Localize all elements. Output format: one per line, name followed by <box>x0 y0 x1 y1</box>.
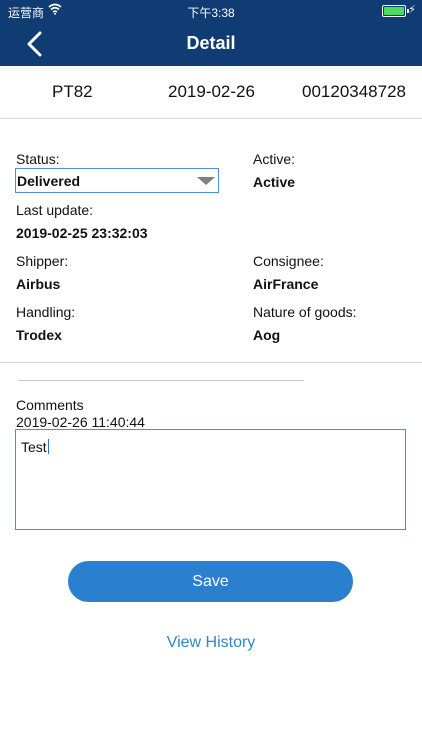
section-divider <box>0 362 422 363</box>
handling-label: Handling: <box>16 304 76 320</box>
last-update-value: 2019-02-25 23:32:03 <box>16 225 148 241</box>
dropdown-arrow-icon <box>197 177 215 185</box>
comment-timestamp: 2019-02-26 11:40:44 <box>16 414 145 430</box>
view-history-link[interactable]: View History <box>0 634 422 652</box>
consignee-value: AirFrance <box>253 276 319 292</box>
comment-text: Test <box>21 439 47 455</box>
save-button[interactable]: Save <box>68 561 353 602</box>
active-label: Active: <box>253 151 296 167</box>
active-value: Active <box>253 174 296 190</box>
status-label: Status: <box>16 151 60 167</box>
last-update-label: Last update: <box>16 202 94 218</box>
comments-label: Comments <box>16 397 84 413</box>
battery-icon <box>382 5 409 17</box>
status-bar: 运营商 下午3:38 ⚡ <box>0 0 422 22</box>
shipper-value: Airbus <box>16 276 61 292</box>
handling-value: Trodex <box>16 327 62 343</box>
status-select[interactable]: Delivered <box>15 168 219 193</box>
status-value: Delivered <box>17 173 81 189</box>
nature-of-goods-value: Aog <box>253 327 281 343</box>
nature-of-goods-label: Nature of goods: <box>253 304 357 320</box>
summary-row: PT82 2019-02-26 00120348728 <box>0 66 422 119</box>
clock: 下午3:38 <box>187 6 235 20</box>
shipment-code: PT82 <box>52 82 93 101</box>
text-cursor <box>47 439 49 454</box>
charging-icon: ⚡ <box>408 4 416 16</box>
comment-separator <box>18 380 304 381</box>
nav-bar: Detail <box>0 22 422 66</box>
page-title: Detail <box>186 33 236 53</box>
shipment-date: 2019-02-26 <box>168 82 255 101</box>
comment-input[interactable]: Test <box>15 429 406 530</box>
shipper-label: Shipper: <box>16 253 69 269</box>
consignee-label: Consignee: <box>253 253 324 269</box>
shipment-number: 00120348728 <box>302 82 407 101</box>
